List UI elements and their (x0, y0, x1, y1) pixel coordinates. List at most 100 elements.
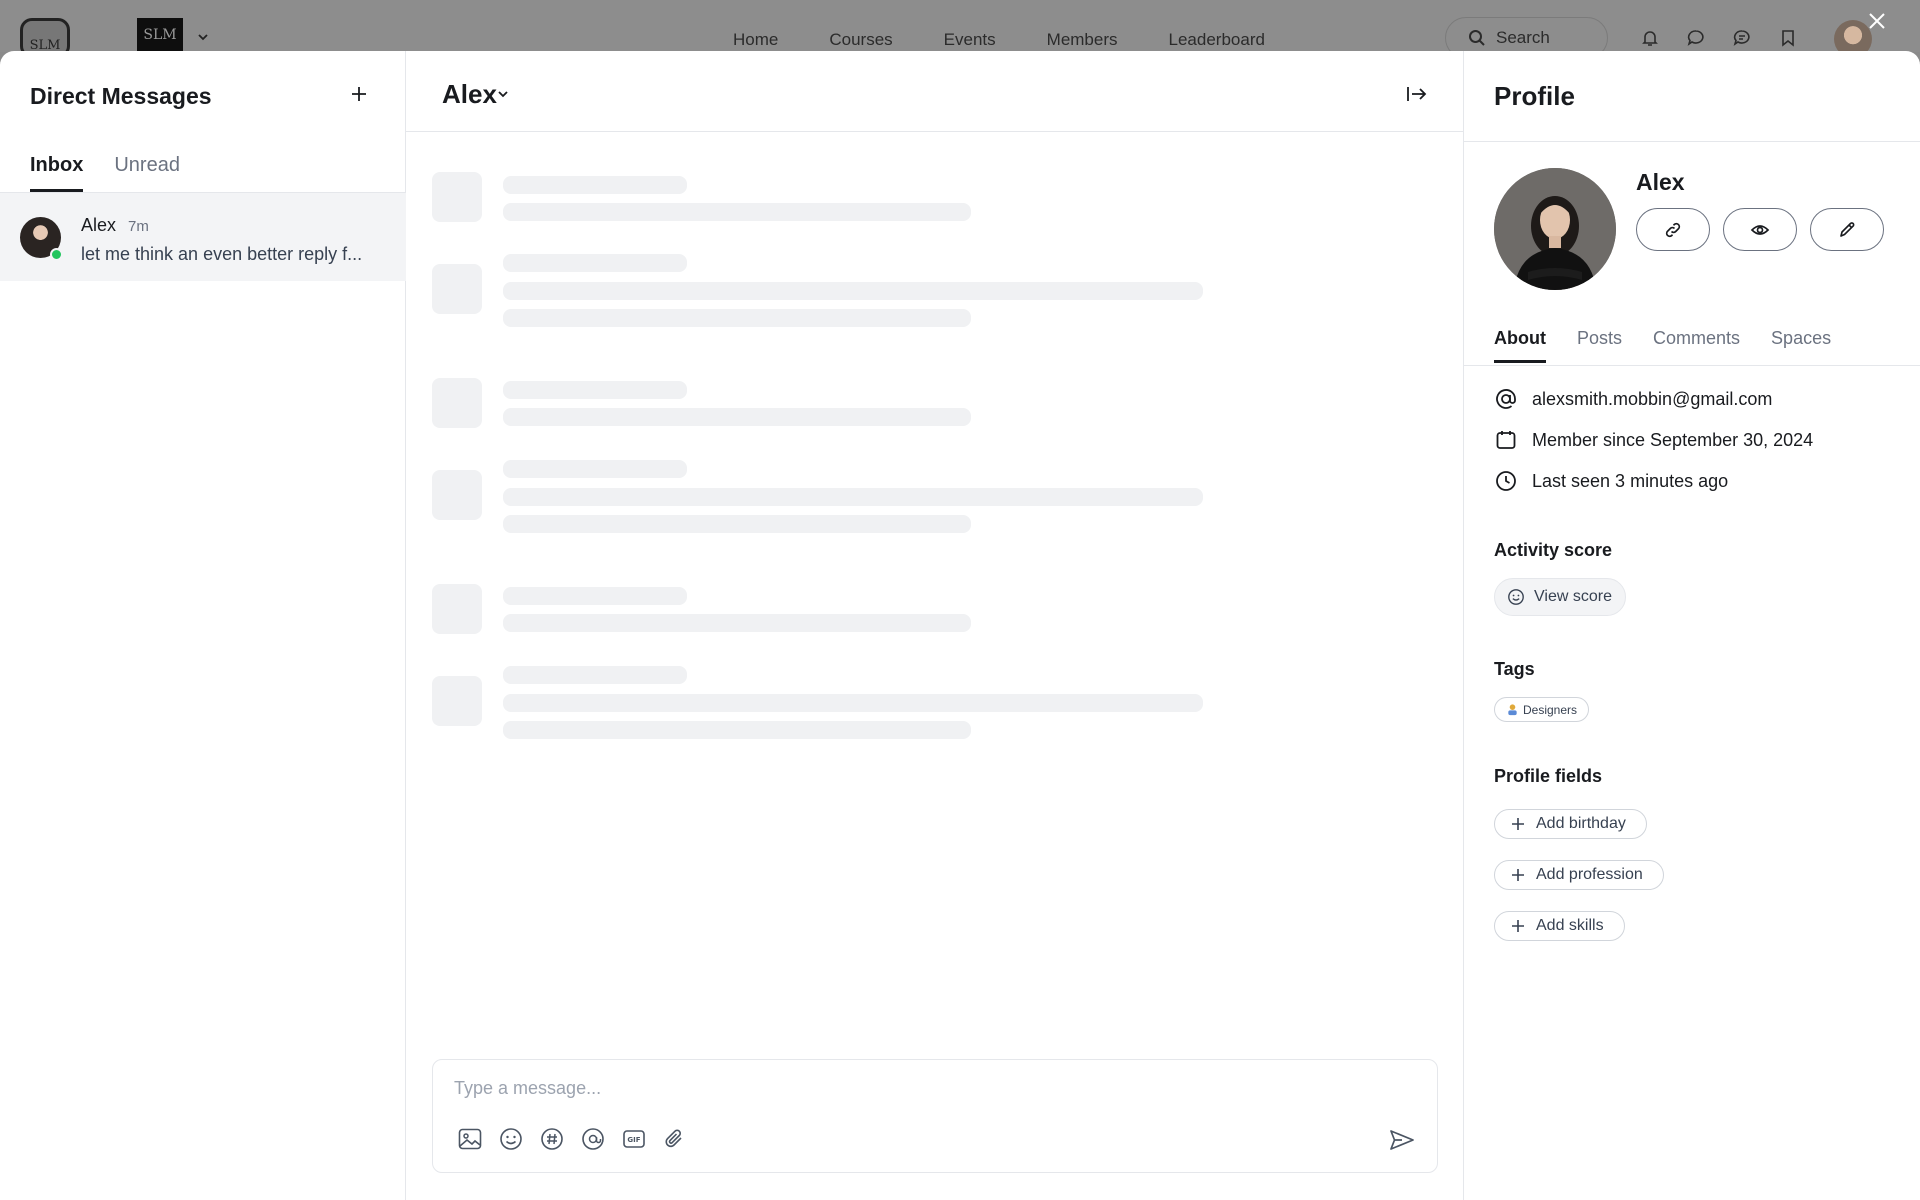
last-seen: Last seen 3 minutes ago (1532, 470, 1729, 491)
member-since-row: Member since September 30, 2024 (1494, 428, 1813, 452)
nav-members[interactable]: Members (1047, 30, 1118, 50)
person-emoji-icon (1508, 704, 1517, 716)
mention-icon[interactable] (580, 1126, 606, 1152)
bell-icon[interactable] (1640, 28, 1660, 48)
composer-toolbar: GIF (457, 1126, 688, 1152)
skeleton-line (503, 721, 971, 739)
profile-email[interactable]: alexsmith.mobbin@gmail.com (1532, 389, 1772, 410)
skeleton-line (503, 614, 971, 632)
tab-spaces[interactable]: Spaces (1771, 328, 1831, 363)
chevron-down-icon[interactable] (496, 87, 510, 101)
profile-title: Profile (1494, 81, 1575, 111)
add-profession-button[interactable]: Add profession (1494, 860, 1664, 890)
image-icon[interactable] (457, 1126, 483, 1152)
skeleton-line (503, 587, 687, 605)
tag-designers[interactable]: Designers (1494, 697, 1590, 722)
attachment-icon[interactable] (662, 1126, 688, 1152)
messages-modal: Direct Messages Inbox Unread Alex 7m let… (0, 51, 1920, 1200)
divider (1464, 141, 1920, 142)
skeleton-line (503, 176, 687, 194)
add-profession-label: Add profession (1536, 866, 1643, 883)
top-navigation: SLM SLM Home Courses Events Members Lead… (0, 0, 1920, 59)
view-score-label: View score (1534, 588, 1612, 605)
direct-messages-title: Direct Messages (30, 83, 212, 109)
nav-events[interactable]: Events (944, 30, 996, 50)
at-sign-icon (1496, 389, 1516, 409)
conversation-name: Alex (81, 215, 117, 235)
skeleton-line (503, 460, 687, 478)
skeleton-line (503, 203, 971, 221)
profile-photo (1494, 168, 1616, 290)
new-message-plus-icon[interactable] (350, 85, 368, 103)
emoji-icon[interactable] (498, 1126, 524, 1152)
chat-header: Alex (406, 51, 1463, 132)
skeleton-avatar (432, 264, 482, 314)
conversation-item[interactable]: Alex 7m let me think an even better repl… (0, 193, 406, 281)
inbox-tabs: Inbox Unread (30, 154, 180, 192)
nav-home[interactable]: Home (733, 30, 778, 50)
bookmark-icon[interactable] (1778, 28, 1798, 48)
tab-comments[interactable]: Comments (1653, 328, 1740, 363)
nav-courses[interactable]: Courses (829, 30, 892, 50)
conversation-time: 7m (128, 218, 149, 235)
tag-label: Designers (1523, 702, 1578, 717)
chat-title[interactable]: Alex (442, 79, 497, 110)
profile-avatar (1494, 168, 1616, 290)
svg-text:GIF: GIF (627, 1136, 640, 1144)
skeleton-line (503, 408, 971, 426)
close-icon[interactable] (1868, 12, 1886, 30)
clock-icon (1496, 471, 1516, 491)
skeleton-line (503, 694, 1203, 712)
view-profile-button[interactable] (1723, 208, 1797, 251)
add-skills-button[interactable]: Add skills (1494, 911, 1625, 941)
hashtag-icon[interactable] (539, 1126, 565, 1152)
link-icon (1665, 222, 1681, 237)
chevron-down-icon[interactable] (196, 30, 210, 44)
conversation-preview: let me think an even better reply f... (81, 244, 363, 264)
plus-icon (1512, 920, 1524, 932)
search-icon (1469, 30, 1485, 46)
email-row: alexsmith.mobbin@gmail.com (1494, 387, 1772, 411)
activity-score-title: Activity score (1494, 540, 1613, 560)
skeleton-line (503, 309, 971, 327)
profile-actions (1636, 208, 1884, 251)
skeleton-avatar (432, 584, 482, 634)
skeleton-line (503, 666, 687, 684)
search-label: Search (1496, 28, 1550, 47)
tags-title: Tags (1494, 659, 1535, 679)
nav-leaderboard[interactable]: Leaderboard (1169, 30, 1265, 50)
last-seen-row: Last seen 3 minutes ago (1494, 469, 1728, 493)
copy-link-button[interactable] (1636, 208, 1710, 251)
skeleton-avatar (432, 676, 482, 726)
collapse-sidebar-icon[interactable] (1406, 85, 1428, 103)
main-nav: Home Courses Events Members Leaderboard (733, 30, 1265, 50)
tab-about[interactable]: About (1494, 328, 1546, 363)
skeleton-line (503, 254, 687, 272)
tab-unread[interactable]: Unread (114, 154, 180, 192)
tab-inbox[interactable]: Inbox (30, 154, 84, 192)
inbox-panel: Direct Messages Inbox Unread Alex 7m let… (0, 51, 406, 1200)
message-input-placeholder[interactable]: Type a message... (454, 1078, 601, 1099)
tab-posts[interactable]: Posts (1577, 328, 1622, 363)
send-icon[interactable] (1389, 1128, 1415, 1152)
edit-profile-button[interactable] (1810, 208, 1884, 251)
skeleton-avatar (432, 378, 482, 428)
skeleton-line (503, 515, 971, 533)
skeleton-avatar (432, 172, 482, 222)
smiley-icon (1508, 589, 1524, 605)
brand-logo[interactable]: SLM (137, 18, 183, 52)
skeleton-line (503, 488, 1203, 506)
plus-icon (1512, 818, 1524, 830)
messages-icon[interactable] (1732, 28, 1752, 48)
top-icons (1640, 28, 1798, 48)
profile-name: Alex (1636, 169, 1685, 195)
add-skills-label: Add skills (1536, 917, 1604, 934)
message-composer[interactable]: Type a message... GIF (432, 1059, 1438, 1173)
view-score-button[interactable]: View score (1494, 578, 1626, 616)
chat-bubble-icon[interactable] (1686, 28, 1706, 48)
calendar-icon (1496, 431, 1516, 449)
skeleton-line (503, 381, 687, 399)
pencil-icon (1840, 221, 1855, 237)
gif-icon[interactable]: GIF (621, 1126, 647, 1152)
add-birthday-button[interactable]: Add birthday (1494, 809, 1647, 839)
